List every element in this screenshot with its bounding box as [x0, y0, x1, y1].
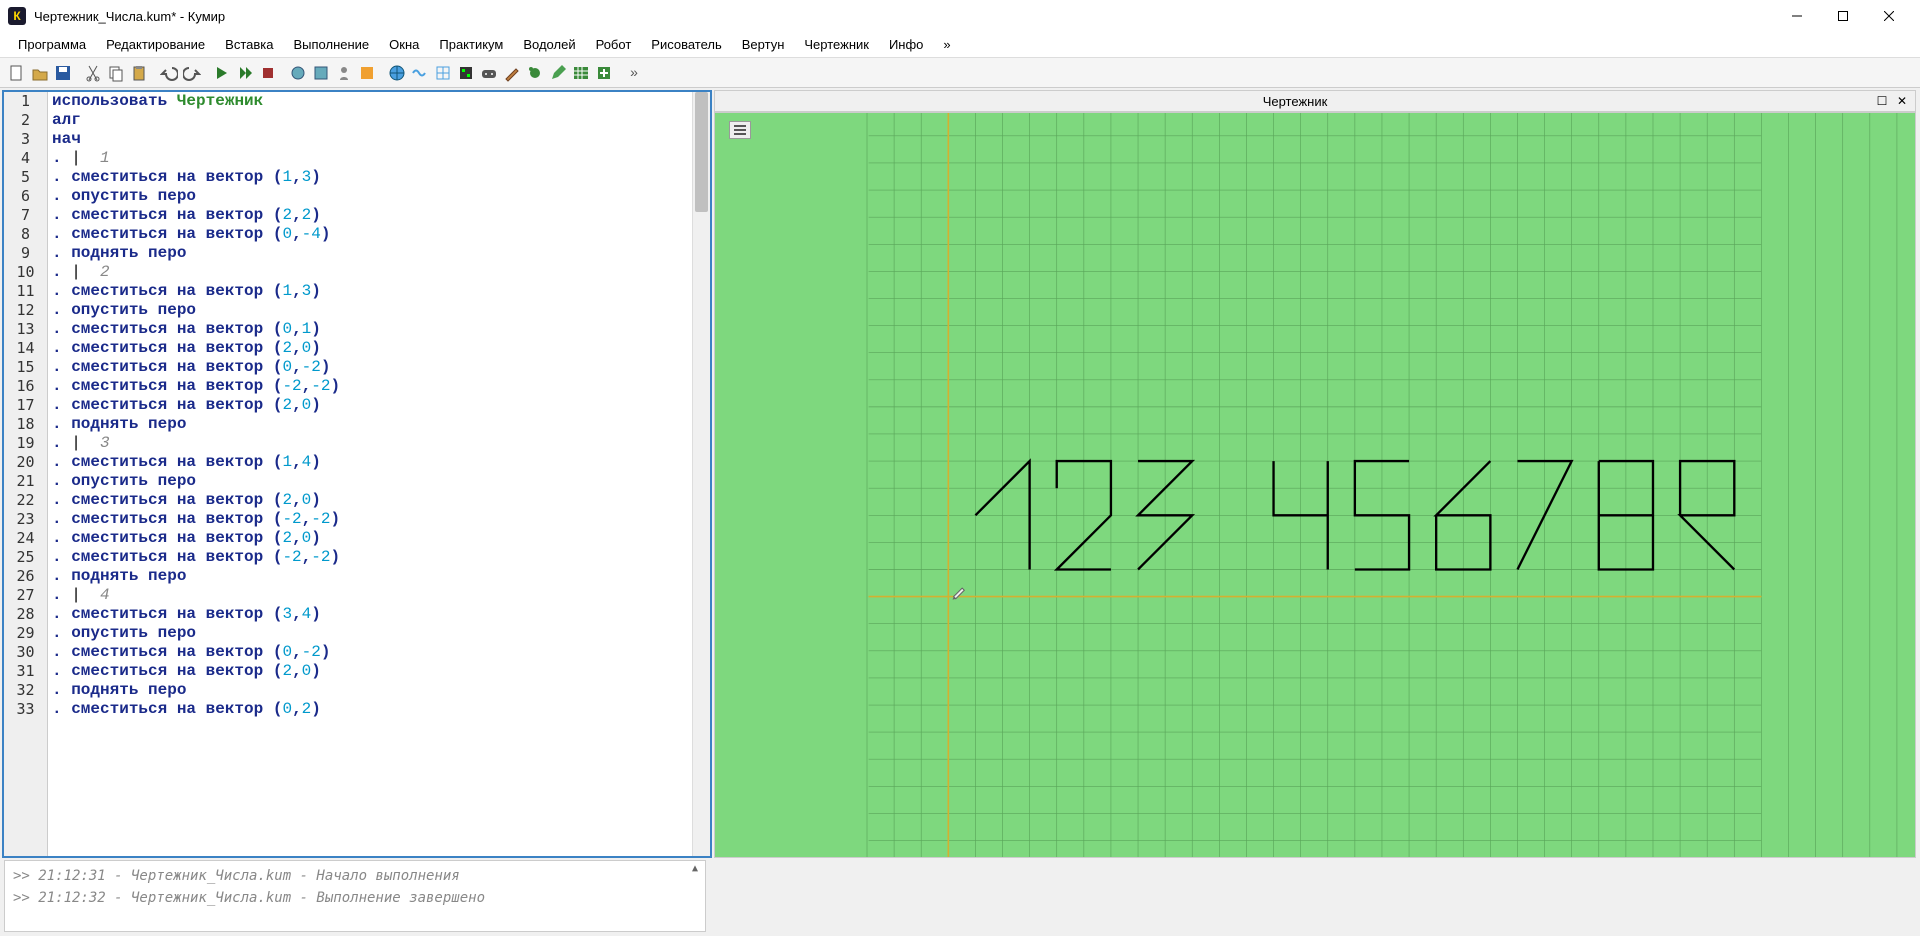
menu-item[interactable]: Вертун	[732, 33, 795, 56]
menu-item[interactable]: Чертежник	[794, 33, 879, 56]
menu-item[interactable]: Водолей	[513, 33, 585, 56]
new-file-icon[interactable]	[6, 62, 28, 84]
menu-item[interactable]: Инфо	[879, 33, 933, 56]
menubar: ПрограммаРедактированиеВставкаВыполнение…	[0, 32, 1920, 58]
undo-icon[interactable]	[158, 62, 180, 84]
console-scroll-up-icon[interactable]: ▲	[687, 863, 703, 879]
menu-item[interactable]: Программа	[8, 33, 96, 56]
console-line: >> 21:12:32 - Чертежник_Числа.kum - Выпо…	[13, 887, 697, 909]
actor3-icon[interactable]	[333, 62, 355, 84]
menu-item[interactable]: Робот	[586, 33, 642, 56]
paste-icon[interactable]	[128, 62, 150, 84]
pen-icon[interactable]	[547, 62, 569, 84]
titlebar: К Чертежник_Числа.kum* - Кумир	[0, 0, 1920, 32]
panel-close-icon[interactable]: ✕	[1893, 92, 1911, 110]
close-button[interactable]	[1866, 0, 1912, 32]
drawing-canvas[interactable]	[714, 112, 1916, 858]
app-icon: К	[8, 7, 26, 25]
brush-icon[interactable]	[501, 62, 523, 84]
cut-icon[interactable]	[82, 62, 104, 84]
stop-icon[interactable]	[257, 62, 279, 84]
menu-item[interactable]: Вставка	[215, 33, 283, 56]
menu-item[interactable]: Рисователь	[641, 33, 731, 56]
save-icon[interactable]	[52, 62, 74, 84]
actor4-icon[interactable]	[356, 62, 378, 84]
actor2-icon[interactable]	[310, 62, 332, 84]
menu-item[interactable]: Редактирование	[96, 33, 215, 56]
menu-item[interactable]: Окна	[379, 33, 429, 56]
console-output: ▲ >> 21:12:31 - Чертежник_Числа.kum - На…	[4, 860, 706, 932]
game-icon[interactable]	[478, 62, 500, 84]
line-number-gutter: 1234567891011121314151617181920212223242…	[4, 92, 48, 856]
code-editor[interactable]: использовать Чертежникалгнач. | 1. смест…	[48, 92, 692, 856]
globe-icon[interactable]	[386, 62, 408, 84]
copy-icon[interactable]	[105, 62, 127, 84]
menu-item[interactable]: Выполнение	[283, 33, 379, 56]
plus-icon[interactable]	[593, 62, 615, 84]
window-title: Чертежник_Числа.kum* - Кумир	[34, 9, 1774, 24]
open-file-icon[interactable]	[29, 62, 51, 84]
turtle-icon[interactable]	[524, 62, 546, 84]
minimize-button[interactable]	[1774, 0, 1820, 32]
more-icon[interactable]: »	[623, 62, 645, 84]
console-line: >> 21:12:31 - Чертежник_Числа.kum - Нача…	[13, 865, 697, 887]
svg-text:»: »	[630, 64, 638, 80]
step-icon[interactable]	[234, 62, 256, 84]
actor1-icon[interactable]	[287, 62, 309, 84]
grid1-icon[interactable]	[432, 62, 454, 84]
editor-scrollbar[interactable]	[692, 92, 710, 856]
menu-item[interactable]: »	[933, 33, 960, 56]
maximize-button[interactable]	[1820, 0, 1866, 32]
menu-item[interactable]: Практикум	[429, 33, 513, 56]
editor-pane: 1234567891011121314151617181920212223242…	[2, 90, 712, 858]
table-icon[interactable]	[570, 62, 592, 84]
grid2-icon[interactable]	[455, 62, 477, 84]
canvas-panel-header: Чертежник ☐ ✕	[714, 90, 1916, 112]
toolbar: »	[0, 58, 1920, 88]
panel-maximize-icon[interactable]: ☐	[1873, 92, 1891, 110]
run-icon[interactable]	[211, 62, 233, 84]
canvas-panel-title: Чертежник	[719, 94, 1871, 109]
canvas-menu-button[interactable]	[729, 121, 751, 139]
redo-icon[interactable]	[181, 62, 203, 84]
wave-icon[interactable]	[409, 62, 431, 84]
